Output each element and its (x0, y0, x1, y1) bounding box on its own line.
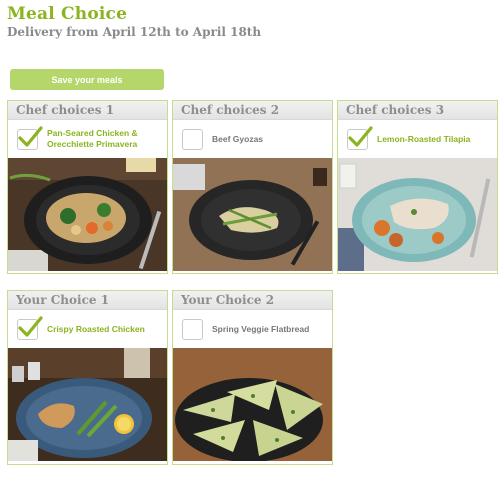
meal-name: Pan-Seared Chicken & Orecchiette Primave… (47, 128, 138, 149)
meal-option-row[interactable]: Beef Gyozas (173, 120, 332, 158)
meal-photo[interactable] (8, 348, 167, 461)
meal-card-chef-choice-3: Chef choices 3 Lemon-Roasted Tilapia (337, 100, 498, 274)
meal-checkbox[interactable] (182, 128, 203, 150)
meal-name: Lemon-Roasted Tilapia (377, 133, 471, 144)
meal-photo[interactable] (173, 158, 332, 271)
card-heading: Chef choices 2 (173, 101, 332, 120)
meal-option-row[interactable]: Pan-Seared Chicken & Orecchiette Primave… (8, 120, 167, 158)
card-heading: Chef choices 1 (8, 101, 167, 120)
meal-card-chef-choice-1: Chef choices 1 Pan-Seared Chicken & Orec… (7, 100, 168, 274)
card-heading: Chef choices 3 (338, 101, 497, 120)
meal-photo[interactable] (338, 158, 497, 271)
checkmark-icon (18, 125, 43, 147)
page-title: Meal Choice (7, 4, 128, 24)
meal-option-row[interactable]: Crispy Roasted Chicken (8, 310, 167, 348)
save-meals-button[interactable]: Save your meals (10, 69, 164, 90)
meal-name: Crispy Roasted Chicken (47, 323, 145, 334)
meal-checkbox[interactable] (347, 125, 373, 150)
card-heading: Your Choice 2 (173, 291, 332, 310)
meal-option-row[interactable]: Spring Veggie Flatbread (173, 310, 332, 348)
checkmark-icon (18, 315, 43, 337)
meal-checkbox[interactable] (17, 125, 43, 150)
delivery-dates: Delivery from April 12th to April 18th (7, 25, 262, 39)
meal-name: Spring Veggie Flatbread (212, 323, 310, 334)
meal-name: Beef Gyozas (212, 133, 264, 144)
card-heading: Your Choice 1 (8, 291, 167, 310)
meal-checkbox[interactable] (182, 318, 203, 340)
checkmark-icon (348, 125, 373, 147)
meal-photo[interactable] (8, 158, 167, 271)
meal-photo[interactable] (173, 348, 332, 461)
meal-checkbox[interactable] (17, 315, 43, 340)
meal-option-row[interactable]: Lemon-Roasted Tilapia (338, 120, 497, 158)
meal-card-your-choice-2: Your Choice 2 Spring Veggie Flatbread (172, 290, 333, 465)
meal-card-chef-choice-2: Chef choices 2 Beef Gyozas (172, 100, 333, 274)
meal-card-your-choice-1: Your Choice 1 Crispy Roasted Chicken (7, 290, 168, 465)
